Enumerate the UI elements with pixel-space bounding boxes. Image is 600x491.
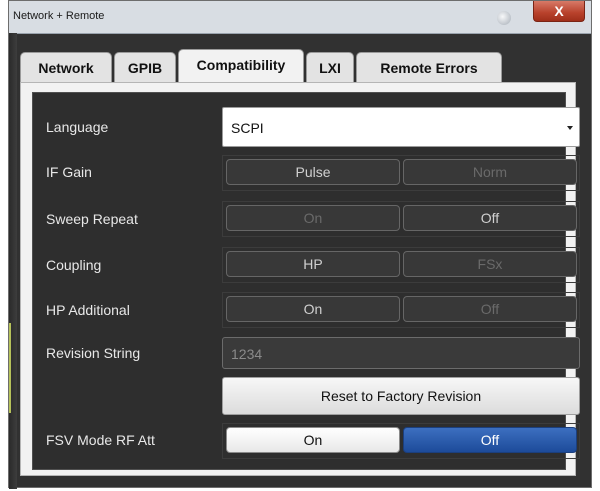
hp-additional-toggle: On Off xyxy=(222,292,580,328)
tab-gpib[interactable]: GPIB xyxy=(114,52,176,82)
tab-remote-errors[interactable]: Remote Errors xyxy=(356,52,502,82)
if-gain-pulse-button[interactable]: Pulse xyxy=(226,159,400,185)
coupling-fsx-button[interactable]: FSx xyxy=(403,251,577,277)
close-icon: X xyxy=(554,3,564,19)
language-value: SCPI xyxy=(231,120,264,136)
revision-string-label: Revision String xyxy=(46,345,141,361)
sweep-repeat-toggle: On Off xyxy=(222,201,580,237)
reset-factory-revision-button[interactable]: Reset to Factory Revision xyxy=(222,377,580,415)
revision-string-input[interactable] xyxy=(229,342,573,366)
fsv-mode-rf-att-toggle: On Off xyxy=(222,423,580,459)
revision-string-field xyxy=(222,337,580,369)
language-select[interactable]: SCPI xyxy=(222,107,580,147)
tab-network[interactable]: Network xyxy=(20,52,112,82)
hp-additional-on-button[interactable]: On xyxy=(226,296,400,322)
title-bar[interactable]: Network + Remote X xyxy=(9,1,591,34)
coupling-label: Coupling xyxy=(46,257,102,273)
coupling-hp-button[interactable]: HP xyxy=(226,251,400,277)
close-button[interactable]: X xyxy=(533,1,585,22)
hp-additional-label: HP Additional xyxy=(46,302,130,318)
sweep-repeat-label: Sweep Repeat xyxy=(46,211,138,227)
chevron-down-icon xyxy=(567,126,573,130)
if-gain-label: IF Gain xyxy=(46,164,92,180)
coupling-toggle: HP FSx xyxy=(222,247,580,283)
side-strip-marker xyxy=(9,323,11,413)
if-gain-norm-button[interactable]: Norm xyxy=(403,159,577,185)
tab-lxi[interactable]: LXI xyxy=(306,52,354,82)
dialog-title: Network + Remote xyxy=(13,10,105,22)
sweep-repeat-off-button[interactable]: Off xyxy=(403,205,577,231)
fsv-mode-on-button[interactable]: On xyxy=(226,427,400,453)
hp-additional-off-button[interactable]: Off xyxy=(403,296,577,322)
sweep-repeat-on-button[interactable]: On xyxy=(226,205,400,231)
side-strip xyxy=(9,33,17,489)
language-label: Language xyxy=(46,119,109,135)
drag-handle-icon[interactable] xyxy=(497,11,511,25)
tab-compatibility[interactable]: Compatibility xyxy=(178,49,304,82)
fsv-mode-rf-att-label: FSV Mode RF Att xyxy=(46,432,155,448)
if-gain-toggle: Pulse Norm xyxy=(222,155,580,191)
fsv-mode-off-button[interactable]: Off xyxy=(403,427,577,453)
